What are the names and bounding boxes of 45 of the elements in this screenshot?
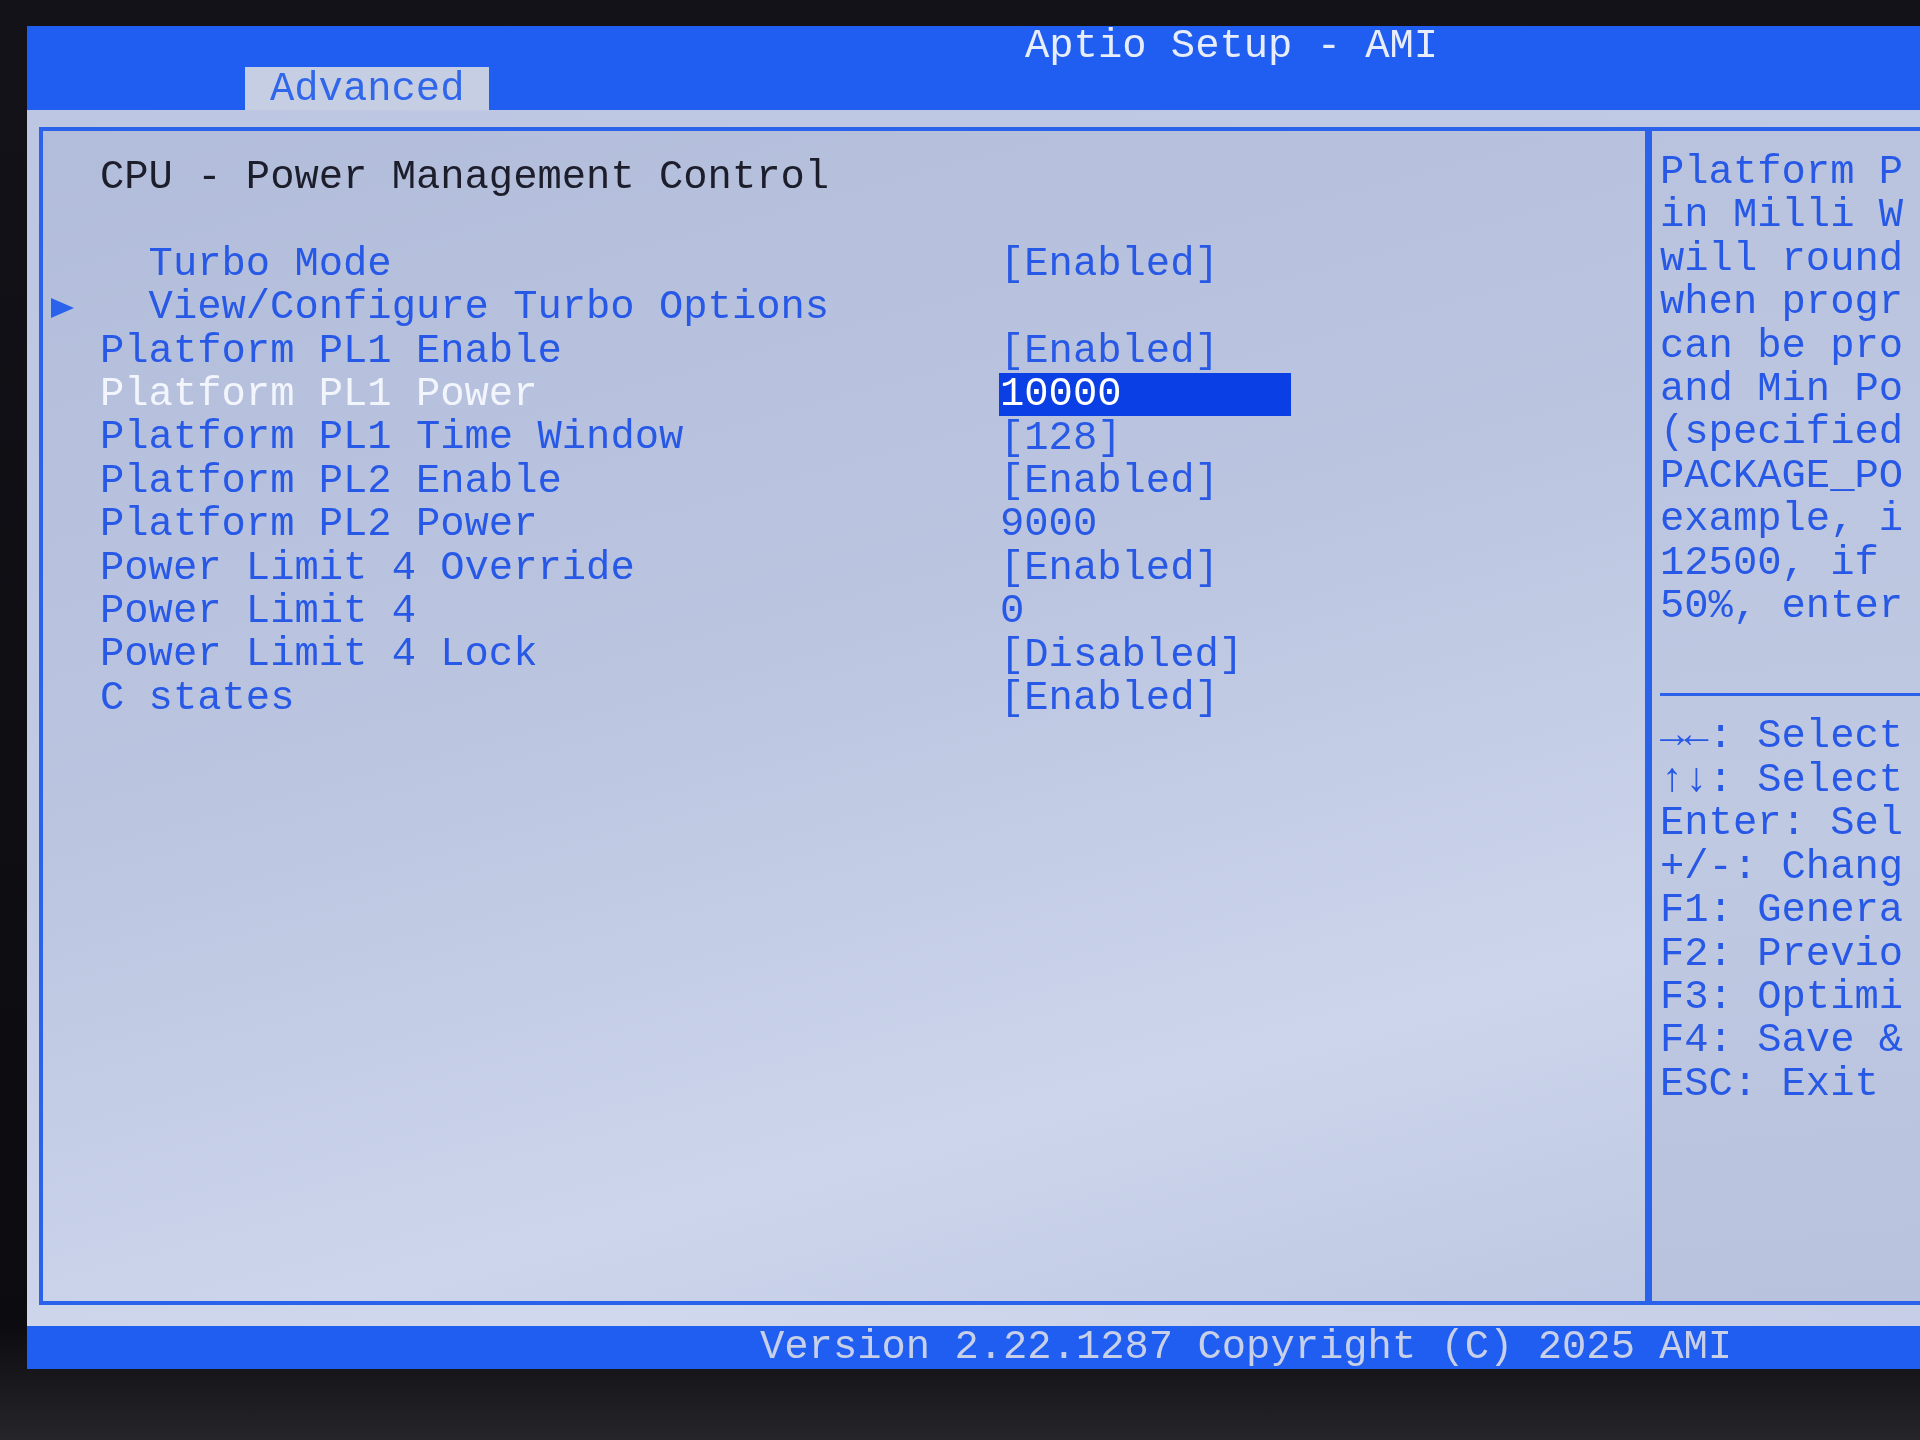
setting-label[interactable]: Platform PL2 Enable [100, 459, 562, 504]
help-text-line: (specified [1660, 411, 1904, 455]
setting-value[interactable]: [Enabled] [1000, 459, 1219, 503]
setting-value[interactable]: 9000 [1000, 503, 1098, 547]
key-hint: F2: Previo [1660, 932, 1904, 976]
key-hint: F1: Genera [1660, 889, 1904, 933]
help-text-line: 50%, enter [1660, 585, 1904, 629]
menu-tab[interactable]: Advanced [245, 67, 490, 110]
help-text-line: will round [1660, 237, 1904, 282]
help-text-line: in Milli W [1660, 194, 1904, 238]
setting-label[interactable]: Platform PL1 Enable [100, 329, 562, 373]
help-text-line: Platform P [1660, 151, 1904, 195]
help-text-line: example, i [1660, 498, 1904, 542]
setting-value[interactable]: [Enabled] [1000, 329, 1219, 373]
version-text: Version 2.22.1287 Copyright (C) 2025 AMI [760, 1326, 1733, 1369]
help-text-line: PACKAGE_PO [1660, 454, 1904, 499]
setting-label[interactable]: Platform PL1 Power [100, 372, 538, 417]
setting-label[interactable]: Power Limit 4 Lock [100, 633, 538, 677]
setting-value[interactable]: [Disabled] [1000, 633, 1244, 677]
key-hint: ESC: Exit [1660, 1062, 1879, 1107]
setting-value[interactable]: 0 [1000, 590, 1025, 634]
setting-label[interactable]: Power Limit 4 [100, 589, 416, 634]
setting-value[interactable]: [Enabled] [1000, 243, 1219, 286]
help-text-line: 12500, if [1660, 541, 1879, 586]
page-heading: CPU - Power Management Control [100, 156, 830, 200]
key-hint: ↑↓: Select [1660, 758, 1904, 803]
key-hint: F4: Save & [1660, 1019, 1904, 1063]
setting-label[interactable]: Platform PL1 Time Window [100, 416, 684, 460]
key-hint: →←: Select [1660, 715, 1904, 759]
setting-label[interactable]: C states [100, 676, 295, 721]
key-hint: Enter: Sel [1660, 802, 1904, 846]
setting-label[interactable]: View/Configure Turbo Options [148, 286, 830, 330]
help-text-line: when progr [1660, 281, 1904, 325]
help-text-line: and Min Po [1660, 368, 1904, 412]
help-text-line: can be pro [1660, 324, 1904, 369]
key-hint: +/-: Chang [1660, 845, 1904, 890]
setting-value[interactable]: [Enabled] [1000, 676, 1219, 720]
key-hint: F3: Optimi [1660, 975, 1904, 1020]
setting-label[interactable]: Power Limit 4 Override [100, 546, 635, 590]
setting-label[interactable]: Turbo Mode [148, 242, 392, 287]
setting-label[interactable]: Platform PL2 Power [100, 503, 538, 547]
setting-value[interactable]: [Enabled] [1000, 546, 1219, 590]
setting-value[interactable]: 10000 [999, 373, 1291, 417]
setting-value[interactable]: [128] [1000, 416, 1122, 460]
window-title: Aptio Setup - AMI [1025, 26, 1439, 67]
